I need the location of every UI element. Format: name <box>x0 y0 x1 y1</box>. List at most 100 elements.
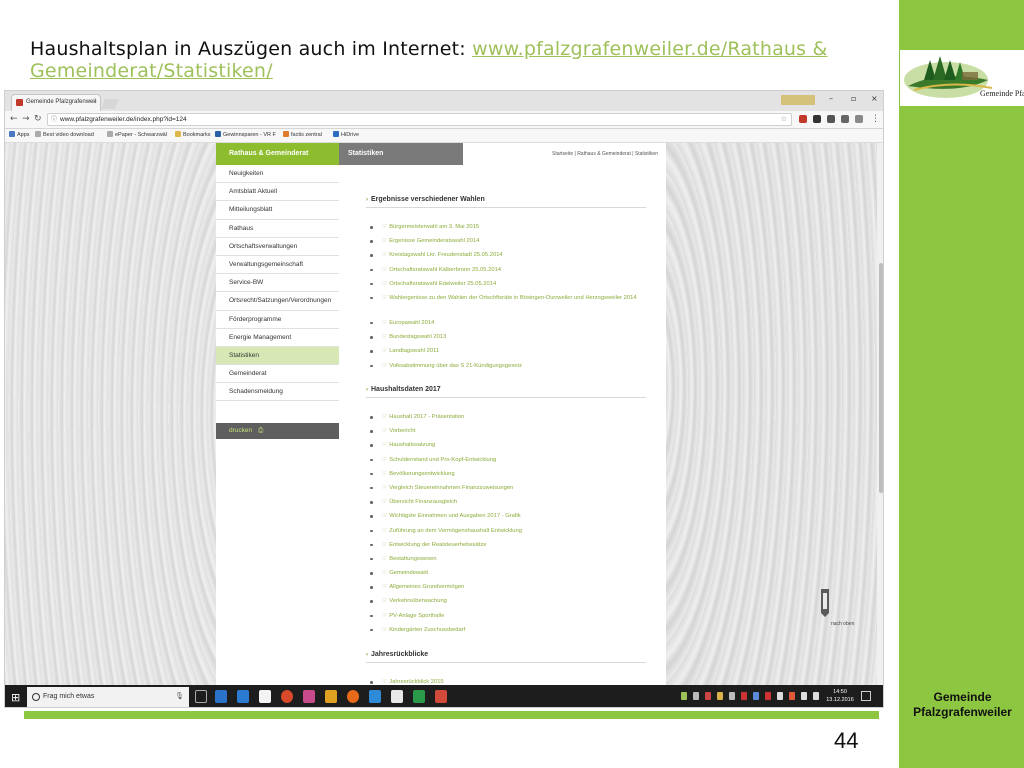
tray-icon[interactable] <box>765 692 771 700</box>
list-item[interactable]: ☞ Haushaltssatzung <box>368 441 658 455</box>
bookmark-star-icon[interactable]: ☆ <box>781 114 787 126</box>
list-item[interactable]: ☞ Zuführung an dem Vermögenshaushalt Entw… <box>368 527 658 541</box>
app-icon[interactable] <box>325 690 337 703</box>
list-item[interactable]: ☞ Ortschaftsratswahl Kälberbronn 25.05.20… <box>368 266 658 280</box>
url-input[interactable]: ⓘ www.pfalzgrafenweiler.de/index.php?id=… <box>47 113 792 126</box>
extension-icon[interactable] <box>813 115 821 123</box>
list-item[interactable]: ☞ Schuldenstand und Pro-Kopf-Entwicklung <box>368 456 658 470</box>
bookmark-item[interactable]: Bookmarks <box>175 129 211 142</box>
nav-item-ortschaftsverwaltungen[interactable]: Ortschaftsverwaltungen <box>216 237 339 256</box>
print-button[interactable]: drucken ⎙ <box>216 423 339 439</box>
task-view-icon[interactable] <box>195 690 207 703</box>
nav-item-service-bw[interactable]: Service-BW <box>216 274 339 293</box>
nav-item-amtsblatt[interactable]: Amtsblatt Aktuell <box>216 183 339 202</box>
back-to-top-icon[interactable] <box>815 587 835 619</box>
maximize-icon[interactable]: ▫ <box>851 94 856 103</box>
tray-icon[interactable] <box>789 692 795 700</box>
list-item[interactable]: ☞ Europawahl 2014 <box>368 319 658 333</box>
list-item[interactable]: ☞ Bevölkerungsentwicklung <box>368 470 658 484</box>
reload-icon[interactable]: ↻ <box>34 114 42 124</box>
list-item[interactable]: ☞ Vorbericht <box>368 427 658 441</box>
store-icon[interactable] <box>259 690 271 703</box>
nav-item-statistiken[interactable]: Statistiken <box>216 346 339 366</box>
list-item[interactable]: ☞ Kreistagswahl Lkr. Freudenstadt 25.05.2… <box>368 251 658 265</box>
notification-center-icon[interactable] <box>861 691 871 701</box>
browser-menu-icon[interactable]: ⋮ <box>871 114 880 124</box>
tray-icon[interactable] <box>681 692 687 700</box>
list-item[interactable]: ☞ Ortschaftsratswahl Edelweiler 25.05.201… <box>368 280 658 294</box>
nav-header[interactable]: Rathaus & Gemeinderat <box>216 143 339 165</box>
list-item[interactable]: ☞ Verkehrsüberwachung <box>368 597 658 611</box>
windows-start-icon[interactable]: ⊞ <box>11 691 20 704</box>
nav-item-neuigkeiten[interactable]: Neuigkeiten <box>216 165 339 184</box>
internet-explorer-icon[interactable] <box>369 690 381 703</box>
bookmark-apps[interactable]: Apps <box>9 129 30 142</box>
tab-close-icon[interactable]: × <box>93 95 97 110</box>
list-item[interactable]: ☞ Wahlergenisse zu den Wahlen der Ortschf… <box>368 294 658 319</box>
new-tab-button[interactable] <box>101 99 119 109</box>
excel-icon[interactable] <box>413 690 425 703</box>
cortana-search-input[interactable]: Frag mich etwas 🎙 <box>27 687 189 707</box>
nav-item-ortsrecht[interactable]: Ortsrecht/Satzungen/Verordnungen <box>216 292 339 311</box>
list-item[interactable]: ☞ Kindergärten Zuschussbedarf <box>368 626 658 640</box>
tray-icon[interactable] <box>705 692 711 700</box>
app-icon[interactable] <box>303 690 315 703</box>
powerpoint-icon[interactable] <box>435 690 447 703</box>
forward-arrow-icon[interactable]: → <box>22 114 30 124</box>
firefox-icon[interactable] <box>347 690 359 703</box>
nav-item-energie-management[interactable]: Energie Management <box>216 328 339 347</box>
list-item[interactable]: ☞ PV-Anlage Sporthalle <box>368 612 658 626</box>
tray-icon[interactable] <box>729 692 735 700</box>
back-to-top-label[interactable]: nach oben <box>831 621 854 627</box>
list-item[interactable]: ☞ Landtagswahl 2011 <box>368 347 658 361</box>
browser-profile-button[interactable] <box>781 95 815 105</box>
network-icon[interactable] <box>801 692 807 700</box>
pdf-icon[interactable] <box>391 690 403 703</box>
bookmark-item[interactable]: ePaper - Schwarzwäl <box>107 129 167 142</box>
microphone-icon[interactable]: 🎙 <box>175 687 184 707</box>
tray-icon[interactable] <box>777 692 783 700</box>
volume-icon[interactable] <box>813 692 819 700</box>
bookmark-item[interactable]: Best video download <box>35 129 94 142</box>
list-item[interactable]: ☞ Allgemeines Grundvermögen <box>368 583 658 597</box>
list-item[interactable]: ☞ Bestattungswesen <box>368 555 658 569</box>
tray-icon[interactable] <box>693 692 699 700</box>
nav-item-gemeinderat[interactable]: Gemeinderat <box>216 365 339 384</box>
bookmark-item[interactable]: factis zentral <box>283 129 322 142</box>
extension-icon[interactable] <box>827 115 835 123</box>
list-item[interactable]: ☞ Gemeindewald <box>368 569 658 583</box>
bookmark-item[interactable]: HiDrive <box>333 129 359 142</box>
list-item[interactable]: ☞ Jahresrückblick 2015 <box>368 678 658 685</box>
nav-item-mitteilungsblatt[interactable]: Mitteilungsblatt <box>216 201 339 220</box>
extension-icon[interactable] <box>841 115 849 123</box>
nav-item-rathaus[interactable]: Rathaus <box>216 219 339 238</box>
list-item[interactable]: ☞ Haushalt 2017 - Präsentation <box>368 413 658 427</box>
window-close-icon[interactable]: × <box>871 94 878 103</box>
list-item[interactable]: ☞ Bundestagswahl 2013 <box>368 333 658 347</box>
nav-item-foerderprogramme[interactable]: Förderprogramme <box>216 310 339 329</box>
list-item[interactable]: ☞ Entwicklung der Realsteuerhebesätze <box>368 541 658 555</box>
adblock-extension-icon[interactable] <box>799 115 807 123</box>
list-item[interactable]: ☞ Volksabstimmung über das S 21-Kündigung… <box>368 362 658 376</box>
taskbar-clock[interactable]: 14:50 13.12.2016 <box>825 688 855 704</box>
tray-icon[interactable] <box>741 692 747 700</box>
list-item[interactable]: ☞ Wichtigste Einnahmen und Ausgaben 2017 … <box>368 512 658 526</box>
minimize-icon[interactable]: – <box>829 94 833 103</box>
list-item[interactable]: ☞ Übersicht Finanzausgleich <box>368 498 658 512</box>
back-arrow-icon[interactable]: ← <box>10 114 18 124</box>
list-item[interactable]: ☞ Vergleich Steuereinnahmen Finanzzuweisu… <box>368 484 658 498</box>
list-item[interactable]: ☞ Bürgermeisterwahl am 3. Mai 2015 <box>368 223 658 237</box>
list-item[interactable]: ☞ Ergenisse Gemeinderatswahl 2014 <box>368 237 658 251</box>
tray-icon[interactable] <box>753 692 759 700</box>
browser-tab[interactable]: Gemeinde Pfalzgrafenweil × <box>11 94 101 111</box>
nav-item-verwaltungsgemeinschaft[interactable]: Verwaltungsgemeinschaft <box>216 255 339 275</box>
bookmark-item[interactable]: Gewinnsparen - VR F <box>215 129 276 142</box>
scrollbar-thumb[interactable] <box>879 263 883 493</box>
nav-item-schadensmeldung[interactable]: Schadensmeldung <box>216 383 339 402</box>
app-icon[interactable] <box>237 690 249 703</box>
tray-icon[interactable] <box>717 692 723 700</box>
cast-icon[interactable] <box>855 115 863 123</box>
breadcrumb[interactable]: Startseite | Rathaus & Gemeinderat | Sta… <box>552 151 658 157</box>
chrome-icon[interactable] <box>281 690 293 703</box>
edge-icon[interactable] <box>215 690 227 703</box>
